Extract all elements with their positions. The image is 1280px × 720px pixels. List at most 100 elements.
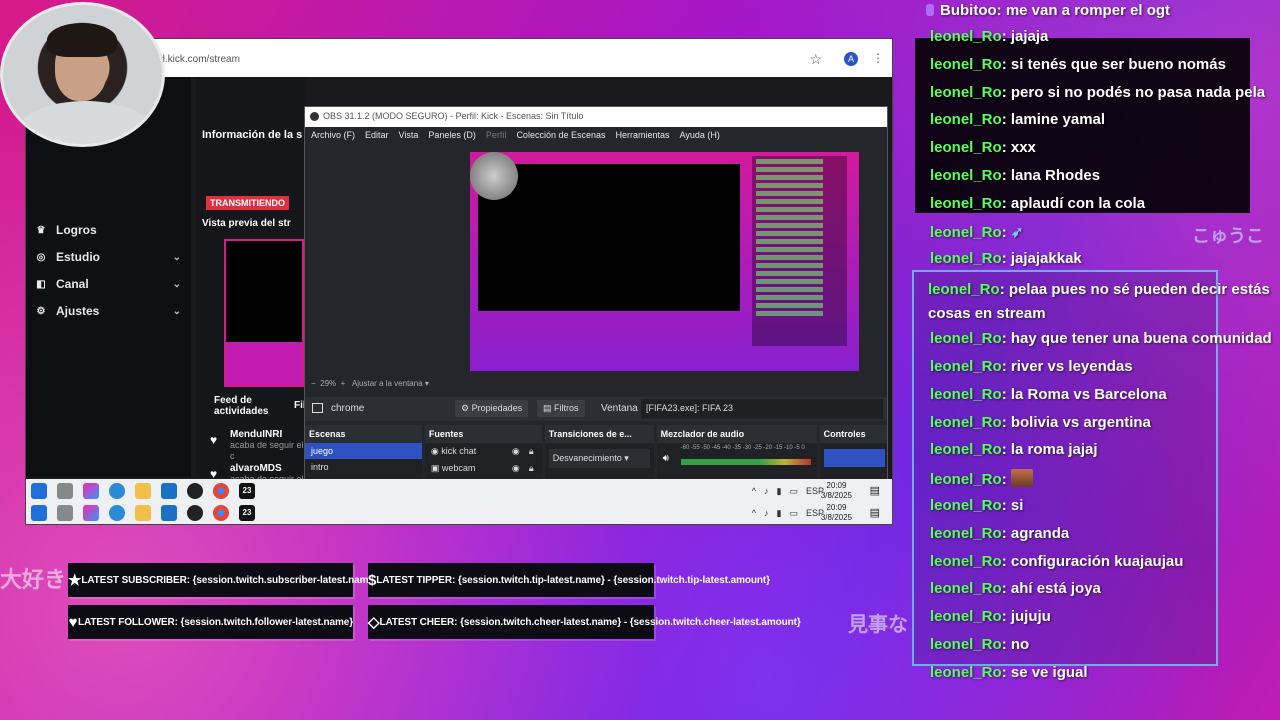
widget-text: LATEST TIPPER: {session.twitch.tip-lates… (376, 574, 770, 586)
scene-item-juego[interactable]: juego (305, 443, 422, 459)
volume-slider[interactable] (680, 459, 811, 465)
address-bar[interactable]: rd.kick.com/stream (156, 54, 240, 65)
monitor-icon (312, 403, 323, 413)
source-item-kick-chat[interactable]: ◉ kick chat ◉ 🔒︎ (425, 443, 542, 460)
channel-icon: ◧ (36, 278, 46, 290)
edge-icon[interactable] (109, 483, 125, 499)
chat-message: leonel_Ro: si (930, 497, 1023, 514)
menu-item-paneles[interactable]: Paneles (D) (428, 130, 476, 144)
copilot-icon[interactable] (83, 483, 99, 499)
chat-text: : aplaudí con la cola (1001, 194, 1146, 212)
chat-source-preview (752, 156, 847, 346)
obs-icon[interactable] (187, 483, 203, 499)
transitions-title: Transiciones de e... (544, 425, 654, 443)
chat-message: leonel_Ro: lamine yamal (930, 111, 1105, 128)
windows-start-icon[interactable] (31, 483, 47, 499)
mic-icon[interactable]: ▮ (777, 508, 782, 519)
mixer-scale: -60 -55 -50 -45 -40 -35 -30 -25 -20 -15 … (680, 445, 805, 451)
menu-item-ayuda[interactable]: Ayuda (H) (680, 130, 720, 144)
latest-follower-widget: ♥ LATEST FOLLOWER: {session.twitch.follo… (68, 605, 353, 639)
chrome-icon[interactable] (213, 505, 229, 521)
chat-text: : (1001, 223, 1011, 241)
chevron-up-icon[interactable]: ^ (752, 508, 756, 519)
chat-message: leonel_Ro: ahí está joya (930, 580, 1101, 597)
scenes-title: Escenas (305, 425, 422, 443)
chevron-down-icon: ⌄ (172, 251, 181, 263)
network-icon[interactable]: ▭ (789, 508, 798, 519)
sidebar-item-logros[interactable]: ♛ Logros (36, 223, 181, 237)
outlook-icon[interactable] (161, 483, 177, 499)
window-select[interactable]: [FIFA23.exe]: FIFA 23 (641, 399, 883, 419)
menu-item-herramientas[interactable]: Herramientas (616, 130, 670, 144)
edge-icon[interactable] (109, 505, 125, 521)
zoom-level: 29% (320, 379, 337, 388)
notification-icon[interactable]: ▤ (870, 484, 880, 497)
sidebar-item-ajustes[interactable]: ⚙ Ajustes ⌄ (36, 304, 181, 318)
trophy-icon: ♛ (36, 224, 46, 236)
chat-message: leonel_Ro: pero si no podés no pasa nada… (930, 84, 1265, 101)
folder-icon[interactable] (135, 483, 151, 499)
window-label: Ventana (601, 403, 638, 414)
chrome-icon[interactable] (213, 483, 229, 499)
windows-start-icon[interactable] (31, 505, 47, 521)
lock-icon[interactable]: 🔒︎ (529, 446, 534, 457)
speaker-icon[interactable]: ♪ (764, 508, 769, 519)
eye-icon[interactable]: ◉ (512, 463, 520, 474)
fifa-icon[interactable]: 23 (239, 483, 255, 499)
chat-username: leonel_Ro (928, 281, 1000, 299)
chat-text: : jajajakkak (1001, 250, 1082, 268)
clock[interactable]: 20:09 3/8/2025 (821, 481, 852, 501)
transition-select[interactable]: Desvanecimiento ▾ (548, 449, 650, 468)
chat-username: leonel_Ro (930, 413, 1002, 431)
filters-button[interactable]: ▤ Filtros (537, 400, 585, 417)
obs-icon[interactable] (187, 505, 203, 521)
sidebar-item-estudio[interactable]: ◎ Estudio ⌄ (36, 250, 181, 264)
chevron-up-icon[interactable]: ^ (752, 486, 756, 497)
sidebar-item-label: Estudio (56, 250, 100, 264)
chat-username: leonel_Ro (930, 385, 1002, 403)
selected-source-name: chrome (331, 403, 365, 414)
menu-item-archivo[interactable]: Archivo (F) (311, 130, 355, 144)
outlook-icon[interactable] (161, 505, 177, 521)
chevron-down-icon: ⌄ (172, 278, 181, 290)
eye-icon[interactable]: ◉ (512, 446, 520, 457)
sidebar-item-canal[interactable]: ◧ Canal ⌄ (36, 277, 181, 291)
chat-message: leonel_Ro: la roma jajaj (930, 441, 1098, 458)
chat-text: : la roma jajaj (1001, 441, 1098, 459)
menu-item-coleccion[interactable]: Colección de Escenas (516, 130, 605, 144)
task-view-icon[interactable] (57, 483, 73, 499)
zoom-control[interactable]: − 29% + Ajustar a la ventana ▾ (311, 379, 429, 388)
menu-item-vista[interactable]: Vista (399, 130, 419, 144)
fifa-icon[interactable]: 23 (239, 505, 255, 521)
start-streaming-button[interactable] (823, 449, 885, 467)
speaker-icon[interactable]: ♪ (764, 486, 769, 497)
menu-item-editar[interactable]: Editar (365, 130, 389, 144)
menu-item-perfil[interactable]: Perfil (486, 130, 507, 144)
chat-username: leonel_Ro (930, 194, 1002, 212)
profile-avatar[interactable]: A (844, 52, 858, 66)
source-label: kick chat (441, 446, 477, 456)
scene-item-intro[interactable]: intro (305, 459, 422, 475)
chat-username: leonel_Ro (930, 223, 1002, 241)
copilot-icon[interactable] (83, 505, 99, 521)
chat-message: leonel_Ro: jujuju (930, 608, 1051, 625)
network-icon[interactable]: ▭ (789, 486, 798, 497)
folder-icon[interactable] (135, 505, 151, 521)
properties-button[interactable]: ⚙ Propiedades (455, 400, 529, 417)
browser-menu-icon[interactable]: ⋮ (872, 51, 884, 65)
source-item-webcam[interactable]: ▣ webcam ◉ 🔒︎ (425, 460, 542, 477)
feed-user: alvaroMDS (230, 463, 282, 474)
notification-icon[interactable]: ▤ (870, 506, 880, 519)
sidebar-item-label: Ajustes (56, 304, 100, 318)
clock[interactable]: 20:09 3/8/2025 (821, 503, 852, 523)
chat-username: leonel_Ro (930, 608, 1002, 626)
lock-icon[interactable]: 🔒︎ (529, 463, 534, 474)
task-view-icon[interactable] (57, 505, 73, 521)
game-capture-area (478, 164, 740, 311)
chat-text: : lamine yamal (1001, 111, 1106, 129)
mic-icon[interactable]: ▮ (777, 486, 782, 497)
bookmark-star-icon[interactable]: ☆ (809, 51, 822, 68)
chat-message: leonel_Ro: si tenés que ser bueno nomás (930, 56, 1226, 73)
obs-preview-canvas[interactable] (470, 152, 859, 371)
speaker-icon[interactable]: 🔊︎ (663, 453, 669, 464)
